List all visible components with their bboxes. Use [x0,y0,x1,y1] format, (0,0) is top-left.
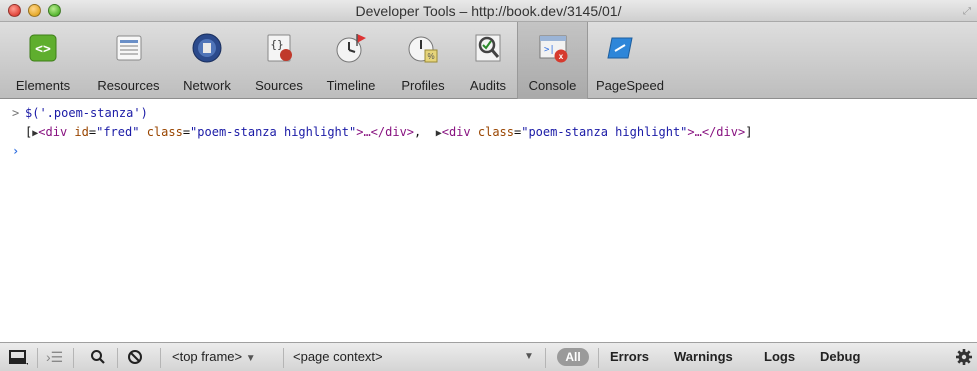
audits-icon [475,34,501,62]
console-command-line: > $('.poem-stanza') [0,104,977,123]
context-select[interactable]: <page context> [293,349,383,367]
attr-value: "poem-stanza highlight" [190,125,357,139]
svg-text:>|: >| [544,45,555,55]
console-result: [▶<div id="fred" class="poem-stanza high… [25,125,753,139]
frame-select[interactable]: <top frame> ▼ [172,349,256,367]
tab-resources[interactable]: Resources [86,22,171,99]
panel-toolbar: <> Elements Resources Network {} Sources [0,22,977,99]
command-prompt-icon: > [12,106,20,120]
tab-profiles[interactable]: % Profiles [387,22,459,99]
tab-sources[interactable]: {} Sources [243,22,315,99]
search-icon[interactable] [90,349,106,365]
sources-icon: {} [267,34,292,62]
title-bar: Developer Tools – http://book.dev/3145/0… [0,0,977,22]
tab-label: Console [528,78,577,93]
svg-text:x: x [558,52,563,61]
console-drawer-icon[interactable]: ›☰ [46,349,63,367]
divider [283,348,284,368]
input-prompt-icon: › [12,144,20,158]
chevron-down-icon: ▼ [245,353,256,364]
divider [73,348,74,368]
tab-elements[interactable]: <> Elements [0,22,86,99]
attr-name: class [477,125,514,139]
attr-value: "poem-stanza highlight" [521,125,688,139]
network-icon [192,33,222,63]
tab-label: PageSpeed [596,78,664,93]
frame-select-value: <top frame> [172,349,243,364]
tab-timeline[interactable]: Timeline [315,22,387,99]
console-command: $('.poem-stanza') [25,106,148,120]
svg-text:<>: <> [35,42,51,57]
filter-warnings[interactable]: Warnings [674,349,733,367]
result-tag-open[interactable]: <div [38,125,67,139]
divider [37,348,38,368]
result-tag-open[interactable]: <div [442,125,471,139]
tab-label: Elements [15,78,71,93]
tab-label: Sources [255,78,303,93]
profiles-icon: % [408,36,438,63]
pagespeed-icon [607,37,633,59]
separator: , [414,125,429,139]
filter-errors[interactable]: Errors [610,349,649,367]
tab-label: Timeline [326,78,376,93]
chevron-down-icon[interactable]: ▼ [524,351,534,369]
svg-text:%: % [427,52,434,61]
tab-label: Profiles [401,78,445,93]
attr-name: id [74,125,89,139]
attr-name: class [146,125,183,139]
resources-icon [116,35,141,61]
console-input-line[interactable]: › [0,142,977,161]
dock-to-main-icon[interactable] [9,348,29,366]
filter-logs[interactable]: Logs [764,349,795,367]
status-bar: ›☰ <top frame> ▼ <page context> ▼ All Er… [0,342,977,371]
attr-value: "fred" [96,125,140,139]
result-tag-close: >…</div> [687,125,746,139]
filter-all[interactable]: All [557,348,589,366]
fullscreen-icon[interactable]: ⤢ [963,6,971,17]
console-result-line: [▶<div id="fred" class="poem-stanza high… [0,123,977,142]
divider [545,348,546,368]
tab-console[interactable]: >| x Console [517,22,588,99]
svg-text:{}: {} [270,38,283,51]
tab-audits[interactable]: Audits [459,22,517,99]
divider [160,348,161,368]
settings-gear-icon[interactable] [955,348,973,366]
tab-label: Audits [469,78,507,93]
console-icon: >| x [539,35,567,63]
divider [598,348,599,368]
close-bracket: ] [745,125,753,139]
tab-label: Resources [97,78,160,93]
elements-icon: <> [29,34,57,62]
tab-label: Network [183,78,231,93]
tab-network[interactable]: Network [171,22,243,99]
window-title: Developer Tools – http://book.dev/3145/0… [355,3,622,19]
clear-console-icon[interactable] [127,349,143,365]
result-tag-close: >…</div> [356,125,415,139]
filter-debug[interactable]: Debug [820,349,860,367]
context-select-value: <page context> [293,349,383,364]
console-output[interactable]: > $('.poem-stanza') [▶<div id="fred" cla… [0,100,977,342]
timeline-icon [336,34,366,63]
tab-pagespeed[interactable]: PageSpeed [594,22,674,99]
divider [117,348,118,368]
